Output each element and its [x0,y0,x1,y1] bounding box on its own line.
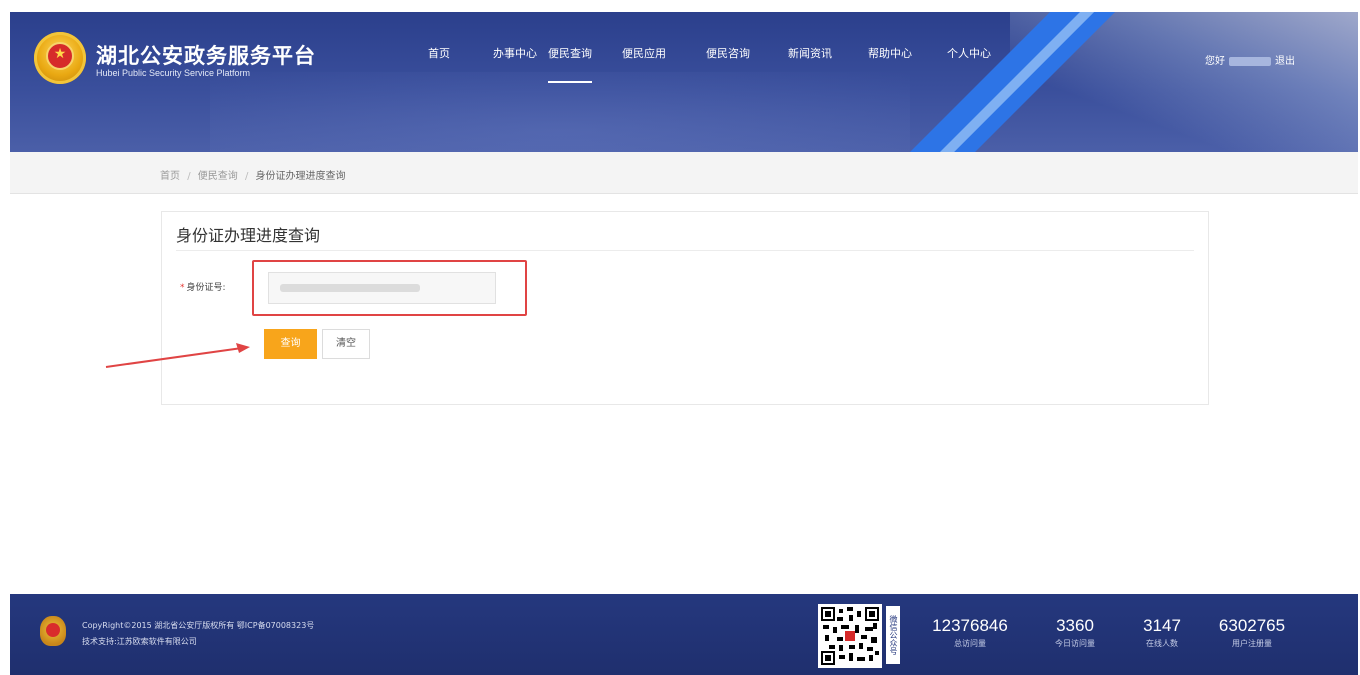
panel-divider [176,250,1194,251]
query-button[interactable]: 查询 [264,329,317,359]
site-title[interactable]: 湖北公安政务服务平台 [96,40,316,70]
logout-link[interactable]: 退出 [1275,56,1295,67]
breadcrumb-separator: / [244,171,249,182]
footer-copyright: CopyRight©2015 湖北省公安厅版权所有 鄂ICP备07008323号 [82,621,315,630]
id-number-label: * 身份证号: [180,280,226,293]
user-area: 您好 退出 [1205,52,1295,67]
stat-value: 12376846 [932,616,1008,635]
nav-item-convenience-consult[interactable]: 便民咨询 [706,45,750,61]
breadcrumb-home[interactable]: 首页 [160,171,180,182]
query-panel: 身份证办理进度查询 * 身份证号: 查询 清空 [161,211,1209,405]
main-content: 身份证办理进度查询 * 身份证号: 查询 清空 [10,194,1358,594]
nav-item-home[interactable]: 首页 [428,45,450,61]
red-highlight-box [252,260,527,316]
breadcrumb-separator: / [187,171,191,182]
nav-item-convenience-apps[interactable]: 便民应用 [622,45,666,61]
breadcrumb-section[interactable]: 便民查询 [198,171,238,182]
stat-label: 总访问量 [954,639,986,648]
breadcrumb-current: 身份证办理进度查询 [255,171,346,182]
site-subtitle: Hubei Public Security Service Platform [96,68,251,78]
stat-label: 今日访问量 [1055,639,1095,648]
nav-item-personal-center[interactable]: 个人中心 [947,45,991,61]
stat-registered-users: 6302765 用户注册量 [1212,616,1292,649]
stat-today-visits: 3360 今日访问量 [1040,616,1110,649]
police-emblem-icon [40,616,66,646]
nav-item-news[interactable]: 新闻资讯 [788,45,832,61]
panel-title: 身份证办理进度查询 [176,226,321,245]
footer-tech-support: 技术支持:江苏欧索软件有限公司 [82,637,197,646]
nav-item-help-center[interactable]: 帮助中心 [868,45,912,61]
stat-online-users: 3147 在线人数 [1132,616,1192,649]
stat-total-visits: 12376846 总访问量 [930,616,1010,649]
nav-item-service-center[interactable]: 办事中心 [493,45,537,61]
stat-label: 在线人数 [1146,639,1178,648]
header-glow [210,72,910,152]
id-number-label-text: 身份证号: [186,283,226,293]
stat-value: 3147 [1143,616,1181,635]
breadcrumb: 首页 / 便民查询 / 身份证办理进度查询 [10,152,1358,194]
stat-value: 6302765 [1218,616,1286,635]
page-frame: ★ 湖北公安政务服务平台 Hubei Public Security Servi… [10,12,1358,675]
site-header: ★ 湖北公安政务服务平台 Hubei Public Security Servi… [10,12,1358,152]
wechat-qr-code[interactable] [818,604,882,668]
stat-label: 用户注册量 [1232,639,1272,648]
qr-code-icon [821,607,879,665]
user-greeting: 您好 [1205,56,1225,67]
nav-item-convenience-query[interactable]: 便民查询 [548,45,592,83]
clear-button[interactable]: 清空 [322,329,370,359]
qr-label: 微信公众号 [886,606,900,664]
police-emblem-icon[interactable]: ★ [34,32,86,84]
stat-value: 3360 [1056,616,1094,635]
site-footer: CopyRight©2015 湖北省公安厅版权所有 鄂ICP备07008323号… [10,594,1358,675]
user-name-redacted [1229,56,1271,66]
required-mark: * [180,283,185,293]
